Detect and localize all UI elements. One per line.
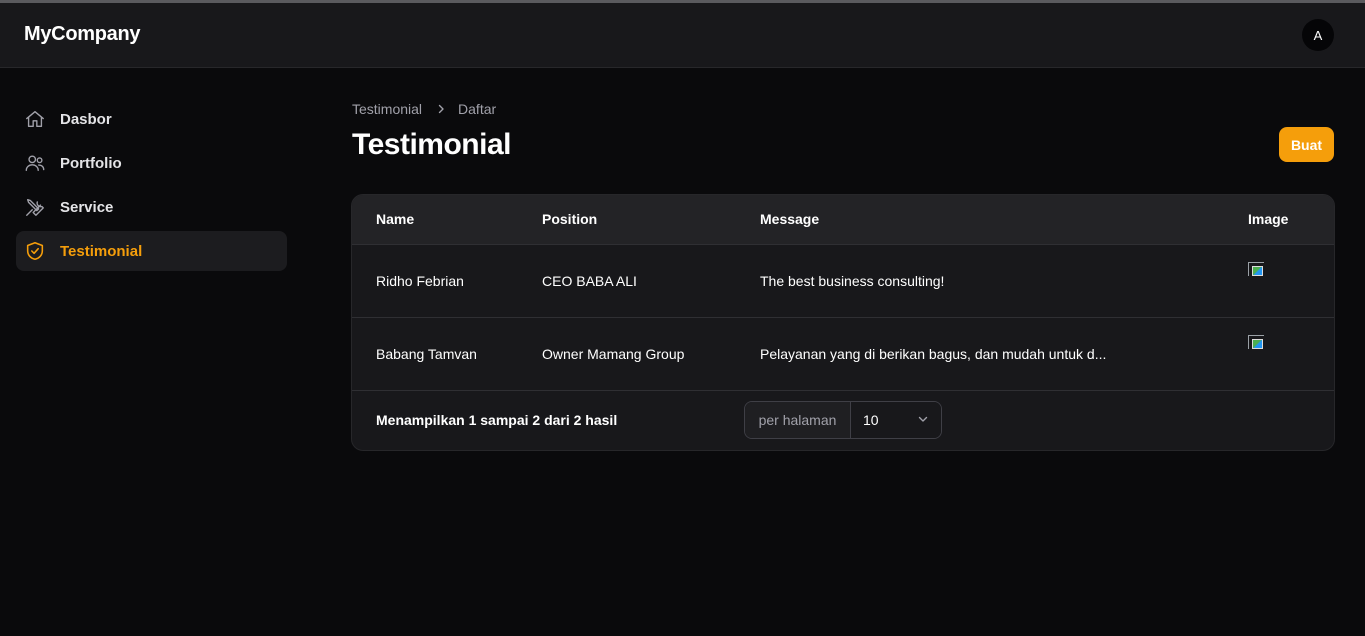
broken-image-icon bbox=[1248, 261, 1264, 276]
table-header-row: Name Position Message Image bbox=[352, 195, 1334, 245]
create-button[interactable]: Buat bbox=[1279, 127, 1334, 162]
cell-message: The best business consulting! bbox=[760, 244, 1248, 318]
broken-image-icon bbox=[1248, 334, 1264, 349]
column-header-message[interactable]: Message bbox=[760, 195, 1248, 245]
per-page-label: per halaman bbox=[745, 402, 851, 438]
column-header-image[interactable]: Image bbox=[1248, 195, 1334, 245]
per-page-select[interactable]: 10 bbox=[851, 402, 941, 438]
per-page-control: per halaman 10 bbox=[744, 401, 942, 439]
sidebar-item-label: Testimonial bbox=[60, 242, 143, 260]
cell-message: Pelayanan yang di berikan bagus, dan mud… bbox=[760, 317, 1248, 391]
brand-logo[interactable]: MyCompany bbox=[24, 23, 141, 46]
column-header-name[interactable]: Name bbox=[352, 195, 542, 245]
top-bar: MyCompany A bbox=[0, 3, 1365, 68]
table-row[interactable]: Ridho Febrian CEO BABA ALI The best busi… bbox=[352, 244, 1334, 318]
sidebar-item-service[interactable]: Service bbox=[16, 187, 287, 227]
pagination-summary: Menampilkan 1 sampai 2 dari 2 hasil bbox=[376, 412, 618, 428]
sidebar-item-dasbor[interactable]: Dasbor bbox=[16, 99, 287, 139]
cell-name: Babang Tamvan bbox=[352, 317, 542, 391]
cell-image bbox=[1248, 317, 1334, 391]
chevron-right-icon bbox=[436, 104, 446, 114]
table-footer: Menampilkan 1 sampai 2 dari 2 hasil per … bbox=[352, 390, 1334, 450]
wrench-screwdriver-icon bbox=[24, 196, 46, 218]
cell-position: Owner Mamang Group bbox=[542, 317, 760, 391]
sidebar: Dasbor Portfolio Service Testimonial bbox=[16, 99, 287, 275]
cell-name: Ridho Febrian bbox=[352, 244, 542, 318]
breadcrumb: Testimonial Daftar bbox=[352, 101, 496, 117]
sidebar-item-testimonial[interactable]: Testimonial bbox=[16, 231, 287, 271]
cell-position: CEO BABA ALI bbox=[542, 244, 760, 318]
page-title: Testimonial bbox=[352, 128, 511, 161]
breadcrumb-item-daftar: Daftar bbox=[458, 101, 497, 117]
chevron-down-icon bbox=[917, 412, 929, 428]
sidebar-item-label: Service bbox=[60, 198, 114, 216]
per-page-value: 10 bbox=[863, 412, 879, 428]
column-header-position[interactable]: Position bbox=[542, 195, 760, 245]
shield-check-icon bbox=[24, 240, 46, 262]
users-icon bbox=[24, 152, 46, 174]
testimonial-table: Name Position Message Image Ridho Febria… bbox=[351, 194, 1335, 451]
sidebar-item-label: Dasbor bbox=[60, 110, 112, 128]
sidebar-item-label: Portfolio bbox=[60, 154, 122, 172]
table-row[interactable]: Babang Tamvan Owner Mamang Group Pelayan… bbox=[352, 317, 1334, 391]
table: Name Position Message Image Ridho Febria… bbox=[352, 195, 1334, 391]
user-avatar[interactable]: A bbox=[1302, 19, 1334, 51]
cell-image bbox=[1248, 244, 1334, 318]
home-icon bbox=[24, 108, 46, 130]
sidebar-item-portfolio[interactable]: Portfolio bbox=[16, 143, 287, 183]
breadcrumb-item-testimonial[interactable]: Testimonial bbox=[352, 101, 422, 117]
